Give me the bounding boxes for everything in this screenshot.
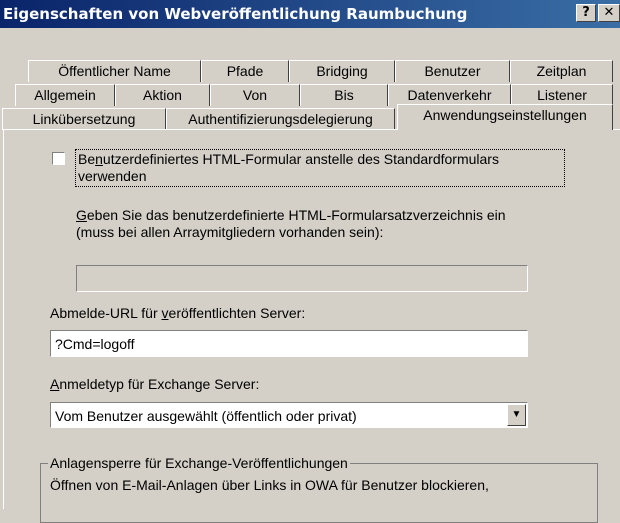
tab-zeitplan[interactable]: Zeitplan — [510, 60, 613, 82]
logoff-url-label: Abmelde-URL für veröffentlichten Server: — [50, 305, 305, 321]
logoff-label-accel: v — [161, 305, 169, 321]
form-dir-prompt: Geben Sie das benutzerdefinierte HTML-Fo… — [76, 207, 596, 241]
tab-linkuebersetzung[interactable]: Linkübersetzung — [2, 108, 166, 130]
dir-prompt-accel: G — [76, 207, 87, 223]
title-bar: Eigenschaften von Webveröffentlichung Ra… — [0, 0, 620, 28]
logon-type-label: Anmeldetyp für Exchange Server: — [50, 376, 259, 392]
close-button[interactable]: ✕ — [598, 4, 620, 22]
logon-type-value: Vom Benutzer ausgewählt (öffentlich oder… — [55, 408, 357, 424]
tab-anwendungseinstellungen[interactable]: Anwendungseinstellungen — [397, 104, 613, 130]
tab-authentifizierungsdelegierung[interactable]: Authentifizierungsdelegierung — [166, 108, 395, 130]
attachment-lock-group — [40, 463, 598, 523]
logon-type-select[interactable]: Vom Benutzer ausgewählt (öffentlich oder… — [50, 402, 528, 428]
tab-oeffentlicher-name[interactable]: Öffentlicher Name — [28, 60, 201, 82]
logoff-label-part: Abmelde-URL für — [50, 305, 162, 321]
attachment-lock-text: Öffnen von E-Mail-Anlagen über Links in … — [50, 477, 489, 493]
tab-von[interactable]: Von — [210, 84, 300, 106]
tab-listener[interactable]: Listener — [511, 84, 613, 106]
tab-pfade[interactable]: Pfade — [201, 60, 289, 82]
checkbox-label-accel: n — [95, 151, 103, 167]
triangle-down-icon: ▼ — [511, 409, 522, 420]
dropdown-button[interactable]: ▼ — [507, 404, 526, 426]
checkbox-label-line2: verwenden — [78, 168, 147, 184]
logon-label-accel: A — [50, 376, 60, 392]
tab-bridging[interactable]: Bridging — [289, 60, 395, 82]
logoff-label-part: eröffentlichten Server: — [168, 305, 306, 321]
form-dir-field[interactable] — [76, 265, 528, 292]
attachment-lock-group-title: Anlagensperre für Exchange-Veröffentlich… — [48, 455, 350, 471]
tab-benutzer[interactable]: Benutzer — [395, 60, 510, 82]
tab-allgemein[interactable]: Allgemein — [15, 84, 115, 106]
window-title: Eigenschaften von Webveröffentlichung Ra… — [3, 5, 468, 23]
tab-datenverkehr[interactable]: Datenverkehr — [388, 84, 511, 106]
checkbox-label-part: utzerdefiniertes HTML-Formular anstelle … — [102, 151, 499, 167]
dir-prompt-line2: (muss bei allen Arraymitgliedern vorhand… — [76, 224, 384, 240]
logoff-url-input[interactable]: ?Cmd=logoff — [50, 330, 528, 357]
custom-form-checkbox-label[interactable]: Benutzerdefiniertes HTML-Formular anstel… — [75, 149, 565, 187]
tab-bis[interactable]: Bis — [300, 84, 388, 106]
logoff-url-value: ?Cmd=logoff — [55, 336, 135, 352]
custom-form-checkbox[interactable] — [52, 152, 65, 165]
checkbox-label-part: Be — [78, 151, 96, 167]
logon-label-part: nmeldetyp für Exchange Server: — [59, 376, 260, 392]
dir-prompt-text: eben Sie das benutzerdefinierte HTML-For… — [86, 207, 506, 223]
tab-aktion[interactable]: Aktion — [115, 84, 210, 106]
help-button[interactable]: ? — [576, 4, 596, 22]
